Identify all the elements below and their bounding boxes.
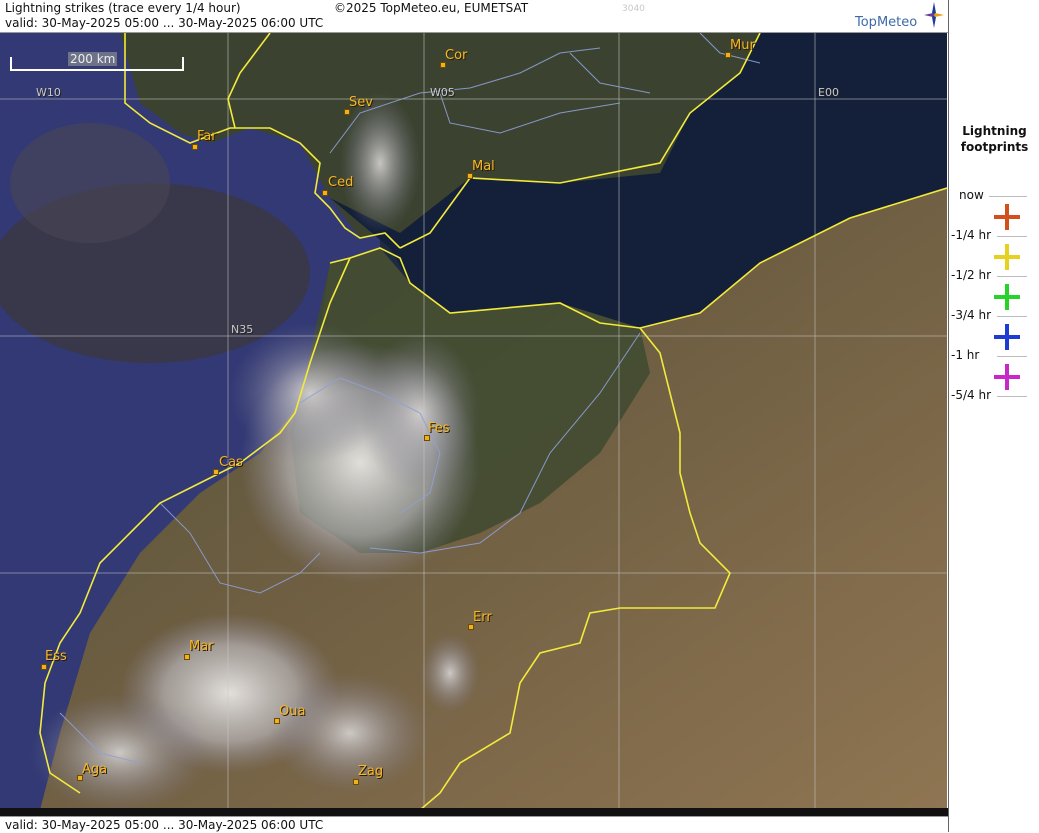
legend-title: Lightning footprints: [949, 123, 1039, 155]
city-label-oua: Oua: [279, 704, 306, 719]
city-label-mur: Mur: [730, 38, 755, 53]
city-label-zag: Zag: [358, 764, 384, 779]
city-label-ced: Ced: [328, 175, 354, 190]
legend-label-now: now: [959, 188, 984, 202]
legend-label-half: -1/2 hr: [951, 268, 991, 282]
city-label-cor: Cor: [445, 48, 468, 63]
legend-separator: [997, 236, 1027, 237]
legend-separator: [989, 196, 1027, 197]
grid-label-w10: W10: [36, 86, 61, 99]
lightning-cross-icon-one-hour: [994, 364, 1020, 390]
scale-label: 200 km: [68, 52, 118, 66]
city-label-cas: Cas: [219, 455, 243, 470]
city-label-err: Err: [473, 610, 492, 625]
grid-label-n35: N35: [231, 323, 254, 336]
legend-title-line2: footprints: [960, 140, 1029, 154]
legend-separator: [997, 276, 1027, 277]
city-label-sev: Sev: [349, 95, 373, 110]
topmeteo-logo[interactable]: TopMeteo: [855, 15, 917, 30]
city-label-fes: Fes: [428, 421, 450, 436]
city-label-mar: Mar: [189, 639, 214, 654]
legend-label-quarter: -1/4 hr: [951, 228, 991, 242]
legend-label-three-quarter: -3/4 hr: [951, 308, 991, 322]
city-marker[interactable]: [353, 779, 359, 785]
valid-time-bottom: valid: 30-May-2025 05:00 ... 30-May-2025…: [5, 818, 324, 832]
legend-title-line1: Lightning: [962, 124, 1027, 138]
grid-label-w05: W05: [430, 86, 455, 99]
city-marker[interactable]: [41, 664, 47, 670]
city-label-ess: Ess: [45, 649, 67, 664]
city-label-mal: Mal: [472, 159, 495, 174]
map-footer: valid: 30-May-2025 05:00 ... 30-May-2025…: [0, 816, 948, 833]
map-bottom-strip: [0, 808, 948, 816]
legend-separator: [997, 316, 1027, 317]
city-marker[interactable]: [184, 654, 190, 660]
legend-separator: [997, 356, 1027, 357]
city-marker[interactable]: [322, 190, 328, 196]
lightning-cross-icon-half: [994, 284, 1020, 310]
satellite-map[interactable]: 200 km W10 W05 E00 N35 Cor Mur Sev Far C…: [0, 33, 947, 810]
map-title: Lightning strikes (trace every 1/4 hour): [5, 1, 241, 15]
city-marker[interactable]: [192, 144, 198, 150]
map-header: Lightning strikes (trace every 1/4 hour)…: [0, 0, 948, 33]
legend-label-one-hour: -1 hr: [951, 348, 980, 362]
city-label-aga: Aga: [82, 762, 108, 777]
city-label-far: Far: [197, 129, 217, 144]
image-code: 3040: [622, 4, 645, 14]
legend-separator: [997, 396, 1027, 397]
grid-label-e00: E00: [818, 86, 839, 99]
map-canvas: [0, 33, 947, 810]
valid-time-top: valid: 30-May-2025 05:00 ... 30-May-2025…: [5, 16, 324, 30]
copyright: ©2025 TopMeteo.eu, EUMETSAT: [334, 1, 529, 15]
lightning-cross-icon-three-quarter: [994, 324, 1020, 350]
compass-star-icon: [924, 2, 944, 28]
lightning-cross-icon-quarter: [994, 244, 1020, 270]
lightning-legend: Lightning footprints now -1/4 hr -1/2 hr…: [948, 0, 1039, 832]
legend-label-five-quarter: -5/4 hr: [951, 388, 991, 402]
lightning-cross-icon-now: [994, 204, 1020, 230]
